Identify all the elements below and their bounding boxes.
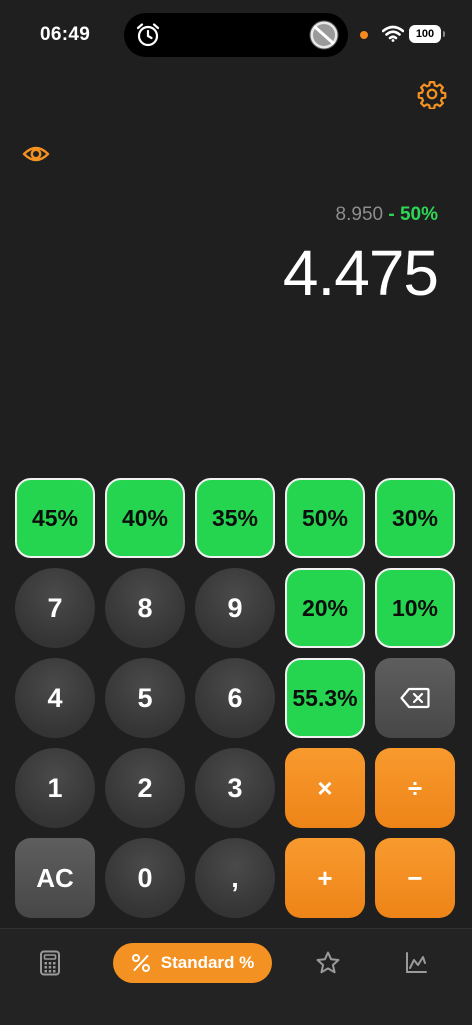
- tab-standard-label: Standard %: [160, 953, 255, 972]
- tab-standard-percent[interactable]: Standard %: [113, 943, 272, 983]
- divide-button[interactable]: ÷: [375, 748, 455, 828]
- percent-key-55-3[interactable]: 55.3%: [285, 658, 365, 738]
- backspace-icon: [400, 687, 430, 709]
- digit-4-button[interactable]: 4: [15, 658, 95, 738]
- subtract-button[interactable]: −: [375, 838, 455, 918]
- decimal-comma-button[interactable]: ,: [195, 838, 275, 918]
- star-icon: [316, 951, 340, 974]
- calculator-icon: [40, 950, 60, 976]
- tab-bar: Standard %: [0, 928, 472, 1025]
- percent-key-10[interactable]: 10%: [375, 568, 455, 648]
- add-button[interactable]: +: [285, 838, 365, 918]
- tab-chart[interactable]: [396, 943, 436, 983]
- tab-favorites[interactable]: [308, 943, 348, 983]
- percent-key-45[interactable]: 45%: [15, 478, 95, 558]
- keypad: 45% 40% 35% 50% 30% 7 8 9 20% 10% 4 5 6 …: [0, 0, 472, 930]
- percent-key-20[interactable]: 20%: [285, 568, 365, 648]
- digit-2-button[interactable]: 2: [105, 748, 185, 828]
- all-clear-button[interactable]: AC: [15, 838, 95, 918]
- percent-icon: [131, 954, 150, 972]
- digit-6-button[interactable]: 6: [195, 658, 275, 738]
- percent-key-35[interactable]: 35%: [195, 478, 275, 558]
- tab-calculator[interactable]: [30, 943, 70, 983]
- multiply-button[interactable]: ×: [285, 748, 365, 828]
- percent-key-40[interactable]: 40%: [105, 478, 185, 558]
- backspace-button[interactable]: [375, 658, 455, 738]
- digit-8-button[interactable]: 8: [105, 568, 185, 648]
- percent-key-50[interactable]: 50%: [285, 478, 365, 558]
- digit-9-button[interactable]: 9: [195, 568, 275, 648]
- digit-7-button[interactable]: 7: [15, 568, 95, 648]
- digit-0-button[interactable]: 0: [105, 838, 185, 918]
- digit-5-button[interactable]: 5: [105, 658, 185, 738]
- percent-key-30[interactable]: 30%: [375, 478, 455, 558]
- chart-icon: [406, 952, 427, 973]
- digit-3-button[interactable]: 3: [195, 748, 275, 828]
- digit-1-button[interactable]: 1: [15, 748, 95, 828]
